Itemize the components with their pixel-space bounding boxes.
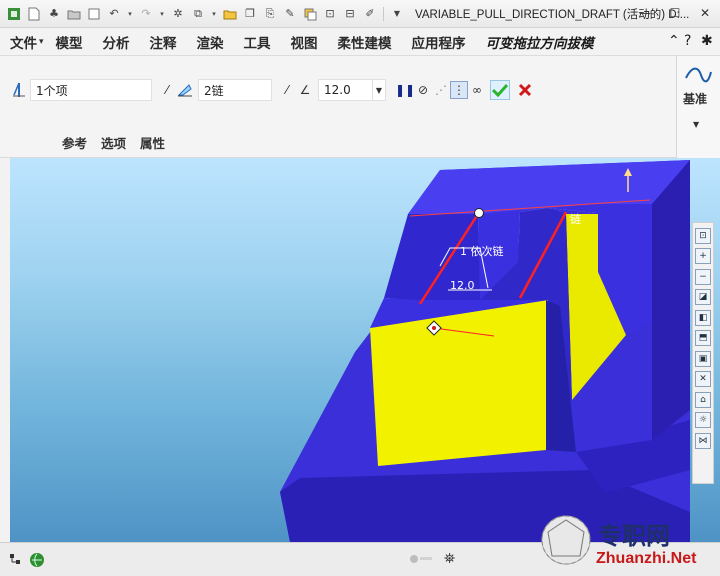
refit-icon[interactable]: ⊡: [695, 227, 711, 244]
maximize-button[interactable]: ☐: [664, 3, 686, 23]
drag-handle-circle[interactable]: [474, 208, 484, 218]
reference-collector-field[interactable]: 1个项: [30, 79, 152, 101]
help-icon[interactable]: ✱: [701, 33, 713, 49]
chain-label-right[interactable]: 链: [570, 212, 581, 226]
model-view: 1 依次链 链 12.0: [280, 160, 690, 542]
tab-references[interactable]: 参考: [62, 133, 87, 152]
club-icon[interactable]: ♣: [47, 7, 61, 21]
reference-select-icon[interactable]: [10, 81, 28, 99]
menu-view[interactable]: 视图: [291, 32, 318, 52]
minimize-ribbon-icon[interactable]: ⌃: [668, 33, 680, 49]
watermark-en: Zhuanzhi.Net: [596, 550, 697, 567]
view-manager-icon[interactable]: ▣: [695, 350, 711, 367]
datum-dropdown-icon[interactable]: ▼: [693, 120, 699, 129]
open-folder-icon[interactable]: [67, 7, 81, 21]
back-block-side: [652, 160, 690, 440]
menu-flexible-modeling[interactable]: 柔性建模: [338, 32, 392, 52]
tab-variable-pull-direction-draft[interactable]: 可变拖拉方向拔模: [486, 32, 594, 52]
minimize-button[interactable]: —: [634, 3, 656, 23]
datum-sketch-icon[interactable]: [683, 62, 713, 91]
no-preview-icon[interactable]: ⊘: [414, 81, 432, 99]
save-icon[interactable]: [87, 7, 101, 21]
undo-dropdown-icon[interactable]: ▾: [127, 7, 133, 21]
pause-icon[interactable]: ❚❚: [395, 81, 415, 99]
redo-icon[interactable]: ↷: [139, 7, 153, 21]
spin-center-icon[interactable]: ☼: [695, 412, 711, 428]
tab-properties[interactable]: 属性: [140, 133, 165, 152]
menu-tools[interactable]: 工具: [244, 32, 271, 52]
angle-dimension-label[interactable]: 12.0: [450, 279, 475, 292]
zoom-out-icon[interactable]: −: [695, 268, 711, 285]
quick-access-toolbar: ♣ ↶ ▾ ↷ ▾ ✲ ⧉ ▾ ❐ ⎘ ✎ ⊡ ⊟ ✐ ▼ VARIABLE_P…: [0, 0, 720, 28]
hinge-chain-field[interactable]: 2链: [198, 79, 272, 101]
dashboard-row: 1个项 ⁄ 2链 ⁄ ∠ 12.0 ▼ ❚❚ ⊘ ⋰ ⋮ ∞: [0, 76, 676, 104]
saved-orientations-icon[interactable]: ⬒: [695, 330, 711, 346]
ribbon-tab-bar: 文件 ▾ 模型 分析 注释 渲染 工具 视图 柔性建模 应用程序 可变拖拉方向拔…: [0, 28, 720, 56]
find-icon[interactable]: ⛯: [444, 551, 455, 567]
undo-icon[interactable]: ↶: [107, 7, 121, 21]
chain-label-left[interactable]: 1 依次链: [460, 244, 504, 258]
model-tree-toggle-icon[interactable]: [8, 552, 24, 571]
glasses-preview-icon[interactable]: ∞: [468, 81, 486, 99]
menu-annotate[interactable]: 注释: [150, 32, 177, 52]
ok-button[interactable]: [490, 80, 510, 100]
flip-reference-icon[interactable]: ⁄: [158, 81, 176, 99]
graphics-viewport[interactable]: 1 依次链 链 12.0: [10, 158, 720, 542]
drag-handle-dot: [432, 326, 436, 330]
menu-model[interactable]: 模型: [56, 32, 83, 52]
zoom-in-icon[interactable]: +: [695, 248, 711, 264]
status-indicator-dash: [420, 557, 432, 560]
copy-icon[interactable]: ❐: [243, 7, 257, 21]
regenerate-icon[interactable]: ✲: [171, 7, 185, 21]
verify-mode-icon[interactable]: ⋮: [450, 81, 468, 99]
new-file-icon[interactable]: [27, 7, 41, 21]
perspective-icon[interactable]: ⋈: [695, 432, 711, 449]
panel-tab-bar: 参考 选项 属性: [0, 128, 676, 158]
help-search-icon[interactable]: ?: [684, 33, 691, 49]
angle-icon[interactable]: ∠: [296, 81, 314, 99]
close-window-button[interactable]: ✕: [694, 3, 716, 23]
status-indicator-dot: [410, 555, 418, 563]
angle-dropdown-icon[interactable]: ▼: [372, 79, 386, 101]
browser-toggle-icon[interactable]: [28, 551, 46, 572]
menu-render[interactable]: 渲染: [197, 32, 224, 52]
display-style-icon[interactable]: ◧: [695, 309, 711, 326]
menu-applications[interactable]: 应用程序: [412, 32, 466, 52]
annotate-icon[interactable]: ✐: [363, 7, 377, 21]
windows-icon[interactable]: ⧉: [191, 7, 205, 21]
annotation-display-icon[interactable]: ⌂: [695, 391, 711, 408]
tab-options[interactable]: 选项: [101, 133, 126, 152]
repaint-icon[interactable]: ◪: [695, 289, 711, 305]
cancel-button[interactable]: [516, 81, 534, 99]
datum-label[interactable]: 基准: [683, 90, 707, 107]
layer-icon[interactable]: [303, 7, 317, 21]
select-icon[interactable]: ⊡: [323, 7, 337, 21]
datum-panel: 基准 ▼: [676, 56, 720, 158]
customize-dropdown-icon[interactable]: ▼: [390, 7, 404, 21]
redo-dropdown-icon[interactable]: ▾: [159, 7, 165, 21]
menu-file[interactable]: 文件: [10, 32, 37, 52]
drafted-face-front: [370, 300, 548, 466]
separator: [383, 6, 384, 21]
windows-dropdown-icon[interactable]: ▾: [211, 7, 217, 21]
watermark-cn: 专职网: [598, 521, 670, 550]
app-icon: [7, 7, 21, 21]
menu-analysis[interactable]: 分析: [103, 32, 130, 52]
measure-icon[interactable]: ⊟: [343, 7, 357, 21]
file-menu-arrow-icon[interactable]: ▾: [39, 37, 44, 47]
paste-icon[interactable]: ⎘: [263, 7, 277, 21]
draft-hinge-icon[interactable]: [176, 81, 194, 99]
geometry-preview-icon[interactable]: ⋰: [432, 81, 450, 99]
watermark: 专职网 Zhuanzhi.Net: [538, 512, 720, 576]
flip-angle-icon[interactable]: ⁄: [278, 81, 296, 99]
folder-icon[interactable]: [223, 7, 237, 21]
edit-icon[interactable]: ✎: [283, 7, 297, 21]
feature-dashboard: 1个项 ⁄ 2链 ⁄ ∠ 12.0 ▼ ❚❚ ⊘ ⋰ ⋮ ∞: [0, 56, 676, 128]
draft-angle-field[interactable]: 12.0: [318, 79, 372, 101]
datum-display-icon[interactable]: ✕: [695, 371, 711, 387]
view-toolbar: ⊡ + − ◪ ◧ ⬒ ▣ ✕ ⌂ ☼ ⋈: [692, 222, 714, 484]
